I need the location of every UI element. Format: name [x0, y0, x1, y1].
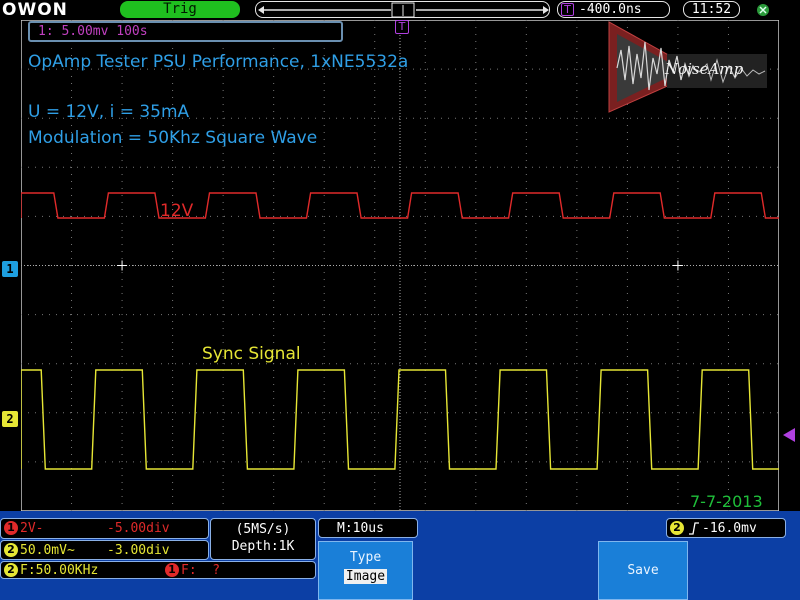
ch1-level-marker[interactable]: 1 [2, 261, 18, 277]
trigger-source-badge: 2 [670, 521, 684, 535]
ch2-trace-label: Sync Signal [202, 344, 301, 364]
trigger-level-marker[interactable] [781, 427, 797, 443]
save-button[interactable]: Save [598, 541, 688, 600]
ch2-level-marker[interactable]: 2 [2, 411, 18, 427]
timebase-value: M:10us [337, 521, 384, 536]
clock: 11:52 [683, 1, 740, 18]
overlay-line2: Modulation = 50Khz Square Wave [28, 128, 318, 148]
ch1-coupling: 2V- [20, 521, 44, 536]
overlay-line1: U = 12V, i = 35mA [28, 102, 190, 122]
trigger-readout[interactable]: 2 -16.0mv [666, 518, 786, 538]
acquisition-info: (5MS/s) Depth:1K [210, 518, 316, 560]
ch2-scale: 50.0mV~ [20, 543, 75, 558]
noiseamp-logo: NoiseAmp [607, 20, 775, 116]
ch2-offset: -3.00div [107, 543, 170, 558]
freq-ch1-badge: 1 [165, 563, 179, 577]
ch2-badge: 2 [4, 543, 18, 557]
rising-edge-icon [689, 522, 699, 535]
frequency-readout: 2 F:50.00KHz 1 F: ? [0, 561, 316, 579]
timebase-readout[interactable]: M:10us [318, 518, 418, 538]
trigger-position-icon: T [561, 3, 574, 16]
trigger-level-value: -16.0mv [702, 521, 757, 536]
type-button-value: Image [343, 569, 388, 584]
ch1-settings[interactable]: 1 2V- -5.00div [0, 518, 209, 539]
type-button[interactable]: Type Image [318, 541, 413, 600]
trigger-position-marker: T [395, 20, 409, 34]
freq-ch1-value: F: ? [181, 563, 221, 578]
brand-logo: OWON [2, 0, 68, 20]
usb-icon [752, 2, 774, 18]
freq-ch2-badge: 2 [4, 563, 18, 577]
time-offset-value: -400.0ns [579, 2, 642, 17]
sample-rate: (5MS/s) [235, 522, 291, 537]
trigger-status-badge: Trig [120, 1, 240, 18]
memory-depth: Depth:1K [231, 539, 295, 554]
ch1-badge: 1 [4, 521, 18, 535]
freq-ch2-value: F:50.00KHz [20, 563, 99, 578]
ch1-trace-label: 12V [160, 201, 194, 221]
ch2-settings[interactable]: 2 50.0mV~ -3.00div [0, 540, 209, 560]
capture-date: 7-7-2013 [690, 492, 763, 511]
memory-position-indicator [258, 2, 549, 18]
usb-icon-glyph [757, 4, 769, 16]
horizontal-position-readout: T -400.0ns [557, 1, 670, 18]
memory-position-bar[interactable] [255, 1, 550, 18]
trigger-level-arrow-icon [783, 428, 795, 442]
overlay-title: OpAmp Tester PSU Performance, 1xNE5532a [28, 52, 409, 72]
channel-info-box: 1: 5.00mv 100s [28, 21, 343, 42]
type-button-label: Type [349, 550, 382, 565]
ch1-offset: -5.00div [107, 521, 170, 536]
noiseamp-logo-text: NoiseAmp [665, 60, 744, 78]
